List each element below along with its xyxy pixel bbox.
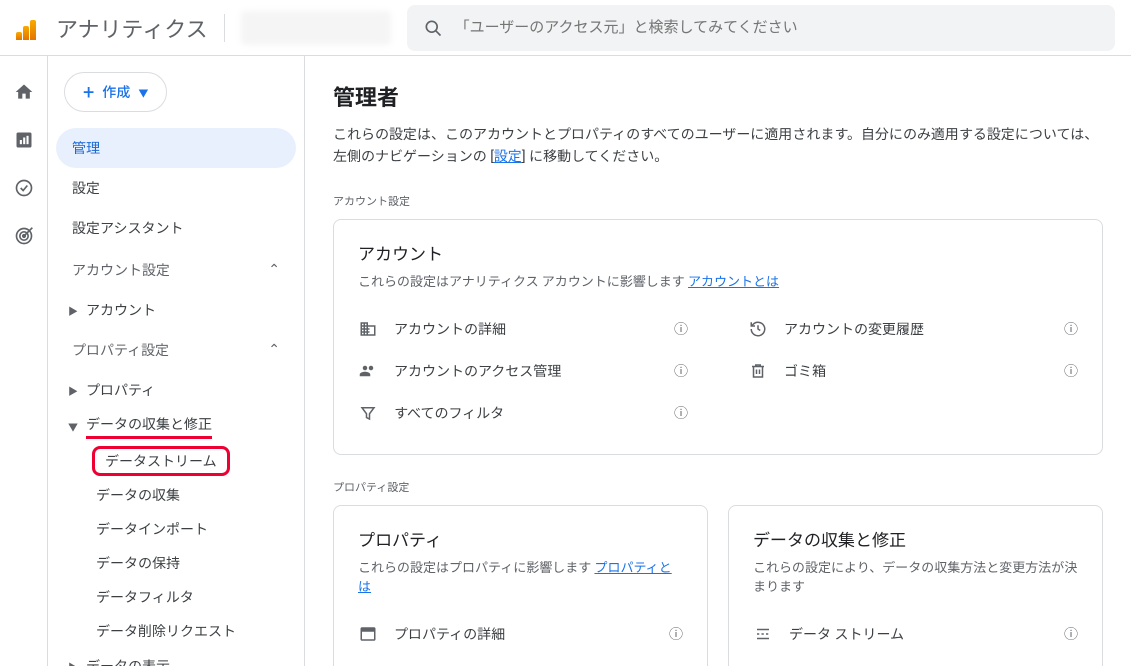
help-icon[interactable]: ⓘ <box>674 319 688 339</box>
nav-account[interactable]: ▶ アカウント <box>56 292 296 328</box>
property-section-label: プロパティ設定 <box>333 479 1103 495</box>
search-icon <box>423 18 443 38</box>
chevron-up-icon: ⌃ <box>268 262 280 278</box>
page-title: 管理者 <box>333 80 1103 112</box>
data-collection-card: データの収集と修正 これらの設定により、データの収集方法と変更方法が決まります … <box>728 505 1103 666</box>
row-property-history[interactable]: プロパティの変更履歴 ⓘ <box>358 655 683 666</box>
explore-icon[interactable] <box>4 168 44 208</box>
caret-down-icon: ▼ <box>68 419 78 434</box>
stream-icon <box>753 625 773 643</box>
page-description: これらの設定は、このアカウントとプロパティのすべてのユーザーに適用されます。自分… <box>333 124 1103 169</box>
nav-data-filter[interactable]: データフィルタ <box>56 580 296 614</box>
section-property-settings[interactable]: プロパティ設定 ⌃ <box>56 328 296 372</box>
create-label: 作成 <box>102 82 130 102</box>
caret-right-icon: ▶ <box>68 383 78 398</box>
search-bar[interactable] <box>407 5 1115 51</box>
app-header: アナリティクス <box>0 0 1131 56</box>
search-input[interactable] <box>455 19 1099 36</box>
card-subtitle: これらの設定により、データの収集方法と変更方法が決まります <box>753 557 1078 595</box>
analytics-logo-icon <box>16 16 40 40</box>
row-account-details[interactable]: アカウントの詳細 ⓘ <box>358 308 688 350</box>
nav-property[interactable]: ▶ プロパティ <box>56 372 296 408</box>
home-icon[interactable] <box>4 72 44 112</box>
main-content: 管理者 これらの設定は、このアカウントとプロパティのすべてのユーザーに適用されま… <box>304 56 1131 666</box>
nav-data-delete[interactable]: データ削除リクエスト <box>56 614 296 648</box>
row-trash[interactable]: ゴミ箱 ⓘ <box>748 350 1078 392</box>
settings-sidebar: + 作成 ▼ 管理 設定 設定アシスタント アカウント設定 ⌃ ▶ アカウント … <box>48 56 304 666</box>
web-icon <box>358 625 378 643</box>
section-account-settings[interactable]: アカウント設定 ⌃ <box>56 248 296 292</box>
help-icon[interactable]: ⓘ <box>674 403 688 423</box>
account-section-label: アカウント設定 <box>333 193 1103 209</box>
row-account-history[interactable]: アカウントの変更履歴 ⓘ <box>748 308 1078 350</box>
help-icon[interactable]: ⓘ <box>1064 319 1078 339</box>
property-card: プロパティ これらの設定はプロパティに影響します プロパティとは プロパティの詳… <box>333 505 708 666</box>
row-all-filters[interactable]: すべてのフィルタ ⓘ <box>358 392 688 434</box>
group-icon <box>358 362 378 380</box>
row-account-access[interactable]: アカウントのアクセス管理 ⓘ <box>358 350 688 392</box>
help-icon[interactable]: ⓘ <box>669 624 683 644</box>
card-subtitle: これらの設定はプロパティに影響します プロパティとは <box>358 557 683 595</box>
card-title: アカウント <box>358 240 1078 265</box>
advertising-icon[interactable] <box>4 216 44 256</box>
settings-link[interactable]: 設定 <box>494 149 522 165</box>
create-button[interactable]: + 作成 ▼ <box>64 72 167 112</box>
nav-setup-assistant[interactable]: 設定アシスタント <box>56 208 296 248</box>
filter-icon <box>358 404 378 422</box>
help-icon[interactable]: ⓘ <box>1064 361 1078 381</box>
plus-icon: + <box>83 80 94 104</box>
nav-settings[interactable]: 設定 <box>56 168 296 208</box>
card-title: データの収集と修正 <box>753 526 1078 551</box>
row-data-collection[interactable]: データの収集 ⓘ <box>753 655 1078 666</box>
history-icon <box>748 320 768 338</box>
account-card: アカウント これらの設定はアナリティクス アカウントに影響します アカウントとは… <box>333 219 1103 455</box>
nav-data-import[interactable]: データインポート <box>56 512 296 546</box>
chevron-up-icon: ⌃ <box>268 342 280 358</box>
nav-data-streams[interactable]: データストリーム <box>56 444 296 478</box>
nav-data-display[interactable]: ▶ データの表示 <box>56 648 296 666</box>
nav-admin[interactable]: 管理 <box>56 128 296 168</box>
nav-data-retention[interactable]: データの保持 <box>56 546 296 580</box>
caret-right-icon: ▶ <box>68 659 78 666</box>
domain-icon <box>358 320 378 338</box>
divider <box>224 14 225 42</box>
account-info-link[interactable]: アカウントとは <box>688 275 779 290</box>
trash-icon <box>748 362 768 380</box>
row-property-details[interactable]: プロパティの詳細 ⓘ <box>358 613 683 655</box>
nav-rail <box>0 56 48 666</box>
card-title: プロパティ <box>358 526 683 551</box>
chevron-down-icon: ▼ <box>138 85 148 100</box>
nav-data-collect[interactable]: データの収集 <box>56 478 296 512</box>
nav-data-collection[interactable]: ▼ データの収集と修正 <box>56 408 296 444</box>
row-data-streams[interactable]: データ ストリーム ⓘ <box>753 613 1078 655</box>
caret-right-icon: ▶ <box>68 303 78 318</box>
help-icon[interactable]: ⓘ <box>1064 624 1078 644</box>
account-selector[interactable] <box>241 11 391 45</box>
reports-icon[interactable] <box>4 120 44 160</box>
help-icon[interactable]: ⓘ <box>674 361 688 381</box>
brand-title: アナリティクス <box>56 12 208 44</box>
card-subtitle: これらの設定はアナリティクス アカウントに影響します アカウントとは <box>358 271 1078 290</box>
